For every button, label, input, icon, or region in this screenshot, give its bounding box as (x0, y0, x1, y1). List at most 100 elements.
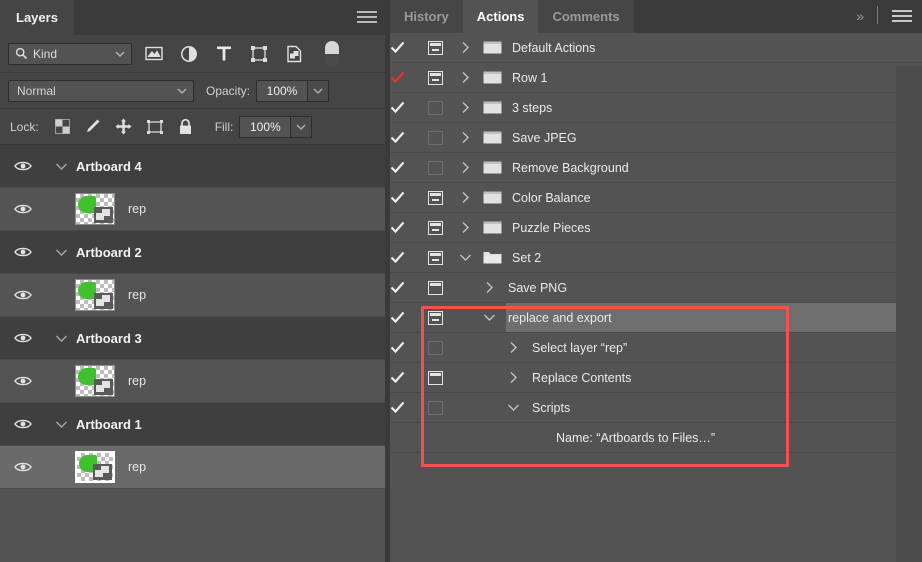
action-checkmark-icon[interactable] (390, 251, 418, 264)
fill-stepper-chevron-down-icon[interactable] (291, 115, 313, 138)
lock-image-pixels-icon[interactable] (84, 118, 101, 135)
action-row[interactable]: Row 1 (390, 63, 922, 93)
eye-icon[interactable] (0, 418, 46, 430)
artboard-row[interactable]: Artboard 3 (0, 317, 385, 360)
chevron-down-icon[interactable] (46, 248, 76, 257)
smart-object-icon[interactable] (284, 44, 304, 64)
action-row[interactable]: Set 2 (390, 243, 922, 273)
chevron-down-icon[interactable] (46, 334, 76, 343)
action-checkmark-icon[interactable] (390, 311, 418, 324)
action-checkmark-icon[interactable] (390, 341, 418, 354)
eye-icon[interactable] (0, 461, 46, 473)
action-row[interactable]: Replace Contents (390, 363, 922, 393)
chevron-right-icon[interactable] (452, 101, 478, 114)
action-checkmark-icon[interactable] (390, 71, 418, 84)
layer-thumbnail[interactable] (74, 193, 116, 225)
dialog-toggle-icon[interactable] (418, 250, 452, 265)
dialog-toggle-icon[interactable] (418, 280, 452, 295)
action-row[interactable]: 3 steps (390, 93, 922, 123)
eye-icon[interactable] (0, 289, 46, 301)
layer-row[interactable]: rep (0, 446, 385, 489)
chevron-down-icon[interactable] (452, 253, 478, 262)
action-row[interactable]: Name: “Artboards to Files…” (390, 423, 922, 453)
chevron-right-icon[interactable] (500, 341, 526, 354)
layer-thumbnail[interactable] (74, 365, 116, 397)
pixel-layer-icon[interactable] (144, 44, 164, 64)
blend-mode-select[interactable]: Normal (8, 79, 194, 102)
tab-comments[interactable]: Comments (538, 0, 634, 33)
action-checkmark-icon[interactable] (390, 101, 418, 114)
chevron-down-icon[interactable] (46, 162, 76, 171)
dialog-toggle-icon[interactable] (418, 190, 452, 205)
action-checkmark-icon[interactable] (390, 371, 418, 384)
action-row[interactable]: Save JPEG (390, 123, 922, 153)
dialog-toggle-icon[interactable] (418, 70, 452, 85)
action-row[interactable]: Select layer “rep” (390, 333, 922, 363)
double-chevron-right-icon[interactable]: » (856, 8, 864, 24)
eye-icon[interactable] (0, 375, 46, 387)
layer-row[interactable]: rep (0, 188, 385, 231)
layer-row[interactable]: rep (0, 360, 385, 403)
lock-artboard-nesting-icon[interactable] (146, 119, 164, 135)
tab-actions[interactable]: Actions (462, 0, 539, 33)
chevron-right-icon[interactable] (500, 371, 526, 384)
action-row[interactable]: Save PNG (390, 273, 922, 303)
dialog-toggle-icon[interactable] (418, 160, 452, 175)
tab-layers[interactable]: Layers (0, 0, 74, 35)
dialog-toggle-icon[interactable] (418, 340, 452, 355)
shape-layer-icon[interactable] (249, 44, 269, 64)
dialog-toggle-icon[interactable] (418, 100, 452, 115)
artboard-row[interactable]: Artboard 1 (0, 403, 385, 446)
action-checkmark-icon[interactable] (390, 221, 418, 234)
actions-list[interactable]: Default Actions Row 1 3 steps Save JPEG Remo… (390, 33, 922, 562)
actions-scrollbar[interactable] (896, 66, 922, 562)
opacity-input[interactable]: 100% (256, 79, 309, 102)
chevron-down-icon[interactable] (46, 420, 76, 429)
action-row[interactable]: Color Balance (390, 183, 922, 213)
eye-icon[interactable] (0, 246, 46, 258)
tab-history[interactable]: History (390, 0, 463, 33)
action-checkmark-icon[interactable] (390, 41, 418, 54)
chevron-down-icon[interactable] (500, 403, 526, 412)
chevron-right-icon[interactable] (452, 191, 478, 204)
type-layer-icon[interactable] (214, 44, 234, 64)
dialog-toggle-icon[interactable] (418, 370, 452, 385)
artboard-row[interactable]: Artboard 4 (0, 145, 385, 188)
dialog-toggle-icon[interactable] (418, 130, 452, 145)
opacity-stepper-chevron-down-icon[interactable] (308, 79, 330, 102)
actions-panel-menu-icon[interactable] (892, 10, 912, 24)
lock-position-icon[interactable] (115, 118, 132, 135)
layers-panel-menu-icon[interactable] (357, 11, 377, 25)
action-checkmark-icon[interactable] (390, 131, 418, 144)
layer-row[interactable]: rep (0, 274, 385, 317)
action-checkmark-icon[interactable] (390, 281, 418, 294)
dialog-toggle-icon[interactable] (418, 310, 452, 325)
dialog-toggle-icon[interactable] (418, 220, 452, 235)
chevron-right-icon[interactable] (452, 41, 478, 54)
eye-icon[interactable] (0, 332, 46, 344)
chevron-right-icon[interactable] (452, 221, 478, 234)
fill-input[interactable]: 100% (239, 115, 292, 138)
kind-filter-select[interactable]: Kind (8, 42, 132, 65)
action-row[interactable]: replace and export (390, 303, 922, 333)
chevron-right-icon[interactable] (452, 161, 478, 174)
dialog-toggle-icon[interactable] (418, 400, 452, 415)
action-row[interactable]: Scripts (390, 393, 922, 423)
eye-icon[interactable] (0, 160, 46, 172)
action-row[interactable]: Remove Background (390, 153, 922, 183)
eye-icon[interactable] (0, 203, 46, 215)
action-row[interactable]: Puzzle Pieces (390, 213, 922, 243)
chevron-right-icon[interactable] (452, 71, 478, 84)
dialog-toggle-icon[interactable] (418, 40, 452, 55)
chevron-down-icon[interactable] (476, 313, 502, 322)
filter-toggle-switch[interactable] (325, 40, 339, 67)
chevron-right-icon[interactable] (452, 131, 478, 144)
layers-list[interactable]: Artboard 4 rep Artboard 2 rep Artboard 3 rep A… (0, 145, 385, 562)
layer-thumbnail[interactable] (74, 451, 116, 483)
layer-thumbnail[interactable] (74, 279, 116, 311)
artboard-row[interactable]: Artboard 2 (0, 231, 385, 274)
action-row[interactable]: Default Actions (390, 33, 922, 63)
action-checkmark-icon[interactable] (390, 191, 418, 204)
adjustment-layer-icon[interactable] (179, 44, 199, 64)
chevron-right-icon[interactable] (476, 281, 502, 294)
